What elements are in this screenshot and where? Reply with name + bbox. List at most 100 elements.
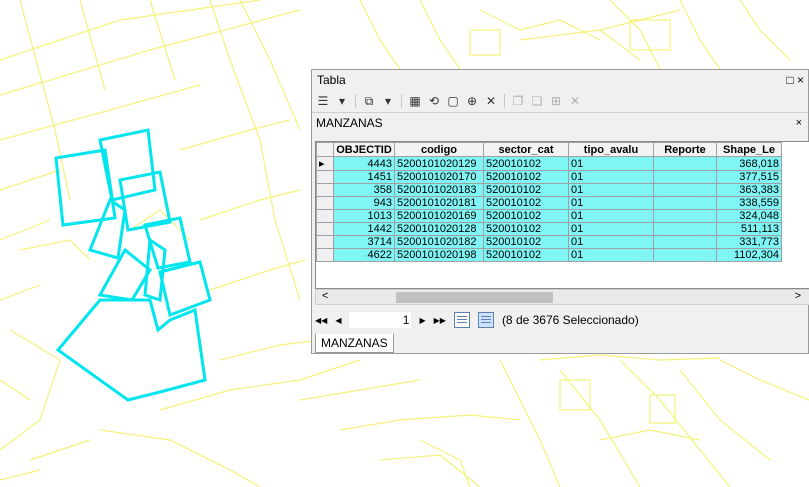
table-row[interactable]: 1451 5200101020170 520010102 01 377,515 — [316, 170, 782, 184]
row-selector-header[interactable] — [316, 142, 334, 157]
column-header-shape-le[interactable]: Shape_Le — [716, 142, 782, 157]
related-tables-dropdown[interactable]: ▾ — [380, 93, 396, 109]
add-icon[interactable]: ⊞ — [548, 93, 564, 109]
table-row[interactable]: 1013 5200101020169 520010102 01 324,048 — [316, 209, 782, 223]
cell-codigo[interactable]: 5200101020169 — [394, 209, 484, 223]
current-record-field[interactable]: 1 — [349, 312, 412, 328]
attribute-table-window[interactable]: Tabla □ × ☰ ▾ ⧉ ▾ ▦ ⟲ ▢ ⊕ ✕ ❐ ❏ ⊞ ✕ MANZ… — [311, 69, 809, 354]
cell-shape-le[interactable]: 1102,304 — [716, 248, 782, 262]
table-row[interactable]: 943 5200101020181 520010102 01 338,559 — [316, 196, 782, 210]
show-all-records-icon[interactable] — [453, 312, 470, 328]
first-record-button[interactable]: ◀◀ — [315, 316, 327, 325]
row-selector[interactable] — [316, 196, 334, 210]
cell-objectid[interactable]: 358 — [333, 183, 395, 197]
column-header-tipo-avalu[interactable]: tipo_avalu — [568, 142, 654, 157]
cell-codigo[interactable]: 5200101020128 — [394, 222, 484, 236]
table-options-icon[interactable]: ☰ — [315, 93, 331, 109]
table-row[interactable]: 1442 5200101020128 520010102 01 511,113 — [316, 222, 782, 236]
previous-record-button[interactable]: ◀ — [335, 316, 341, 325]
cell-objectid[interactable]: 1442 — [333, 222, 395, 236]
cell-shape-le[interactable]: 324,048 — [716, 209, 782, 223]
cell-sector-cat[interactable]: 520010102 — [483, 196, 569, 210]
cell-objectid[interactable]: 1451 — [333, 170, 395, 184]
cell-objectid[interactable]: 1013 — [333, 209, 395, 223]
cell-codigo[interactable]: 5200101020183 — [394, 183, 484, 197]
cell-tipo-avalu[interactable]: 01 — [568, 196, 654, 210]
attribute-grid[interactable]: OBJECTID codigo sector_cat tipo_avalu Re… — [315, 141, 809, 289]
cell-reporte[interactable] — [653, 235, 717, 249]
cell-objectid[interactable]: 3714 — [333, 235, 395, 249]
remove-icon[interactable]: ✕ — [567, 93, 583, 109]
delete-selected-icon[interactable]: ✕ — [483, 93, 499, 109]
cell-tipo-avalu[interactable]: 01 — [568, 156, 654, 171]
cell-reporte[interactable] — [653, 170, 717, 184]
cell-tipo-avalu[interactable]: 01 — [568, 222, 654, 236]
cell-reporte[interactable] — [653, 156, 717, 171]
cell-objectid[interactable]: 4622 — [333, 248, 395, 262]
cell-reporte[interactable] — [653, 209, 717, 223]
scroll-left-arrow[interactable]: < — [322, 290, 328, 302]
cell-tipo-avalu[interactable]: 01 — [568, 209, 654, 223]
cell-shape-le[interactable]: 338,559 — [716, 196, 782, 210]
column-header-objectid[interactable]: OBJECTID — [333, 142, 395, 157]
column-header-sector-cat[interactable]: sector_cat — [483, 142, 569, 157]
cell-sector-cat[interactable]: 520010102 — [483, 170, 569, 184]
cell-shape-le[interactable]: 368,018 — [716, 156, 782, 171]
cell-tipo-avalu[interactable]: 01 — [568, 170, 654, 184]
table-row[interactable]: 3714 5200101020182 520010102 01 331,773 — [316, 235, 782, 249]
scroll-right-arrow[interactable]: > — [795, 290, 801, 302]
cell-sector-cat[interactable]: 520010102 — [483, 222, 569, 236]
cell-reporte[interactable] — [653, 183, 717, 197]
cell-shape-le[interactable]: 377,515 — [716, 170, 782, 184]
horizontal-scrollbar[interactable]: < > — [315, 289, 809, 305]
tab-manzanas[interactable]: MANZANAS — [315, 334, 394, 353]
zoom-to-selected-icon[interactable]: ⊕ — [464, 93, 480, 109]
cell-tipo-avalu[interactable]: 01 — [568, 235, 654, 249]
cell-reporte[interactable] — [653, 248, 717, 262]
scrollbar-thumb[interactable] — [396, 292, 553, 303]
cell-sector-cat[interactable]: 520010102 — [483, 183, 569, 197]
cell-codigo[interactable]: 5200101020129 — [394, 156, 484, 171]
row-selector[interactable] — [316, 209, 334, 223]
cell-shape-le[interactable]: 511,113 — [716, 222, 782, 236]
cell-sector-cat[interactable]: 520010102 — [483, 248, 569, 262]
cell-codigo[interactable]: 5200101020181 — [394, 196, 484, 210]
cell-sector-cat[interactable]: 520010102 — [483, 156, 569, 171]
cell-sector-cat[interactable]: 520010102 — [483, 235, 569, 249]
cell-tipo-avalu[interactable]: 01 — [568, 248, 654, 262]
close-window-button[interactable]: × — [797, 73, 804, 87]
cell-objectid[interactable]: 4443 — [333, 156, 395, 171]
show-selected-records-icon[interactable] — [477, 312, 494, 328]
row-selector[interactable] — [316, 222, 334, 236]
cell-reporte[interactable] — [653, 222, 717, 236]
select-by-attributes-icon[interactable]: ▦ — [407, 93, 423, 109]
maximize-button[interactable]: □ — [786, 73, 793, 87]
column-header-reporte[interactable]: Reporte — [653, 142, 717, 157]
copy-icon[interactable]: ❐ — [510, 93, 526, 109]
switch-selection-icon[interactable]: ⟲ — [426, 93, 442, 109]
cell-shape-le[interactable]: 363,383 — [716, 183, 782, 197]
next-record-button[interactable]: ▶ — [419, 316, 425, 325]
column-header-codigo[interactable]: codigo — [394, 142, 484, 157]
cell-sector-cat[interactable]: 520010102 — [483, 209, 569, 223]
last-record-button[interactable]: ▶▶ — [434, 316, 446, 325]
table-row[interactable]: ▸ 4443 5200101020129 520010102 01 368,01… — [316, 156, 782, 171]
table-row[interactable]: 4622 5200101020198 520010102 01 1102,304 — [316, 248, 782, 262]
paste-icon[interactable]: ❏ — [529, 93, 545, 109]
window-titlebar[interactable]: Tabla □ × — [312, 70, 808, 90]
close-table-button[interactable]: × — [796, 113, 802, 133]
cell-tipo-avalu[interactable]: 01 — [568, 183, 654, 197]
cell-reporte[interactable] — [653, 196, 717, 210]
row-selector[interactable] — [316, 235, 334, 249]
row-selector[interactable] — [316, 170, 334, 184]
row-selector[interactable] — [316, 183, 334, 197]
current-row-marker[interactable]: ▸ — [316, 156, 334, 171]
cell-codigo[interactable]: 5200101020198 — [394, 248, 484, 262]
clear-selection-icon[interactable]: ▢ — [445, 93, 461, 109]
cell-shape-le[interactable]: 331,773 — [716, 235, 782, 249]
row-selector[interactable] — [316, 248, 334, 262]
cell-codigo[interactable]: 5200101020170 — [394, 170, 484, 184]
table-options-dropdown[interactable]: ▾ — [334, 93, 350, 109]
related-tables-icon[interactable]: ⧉ — [361, 93, 377, 109]
cell-codigo[interactable]: 5200101020182 — [394, 235, 484, 249]
